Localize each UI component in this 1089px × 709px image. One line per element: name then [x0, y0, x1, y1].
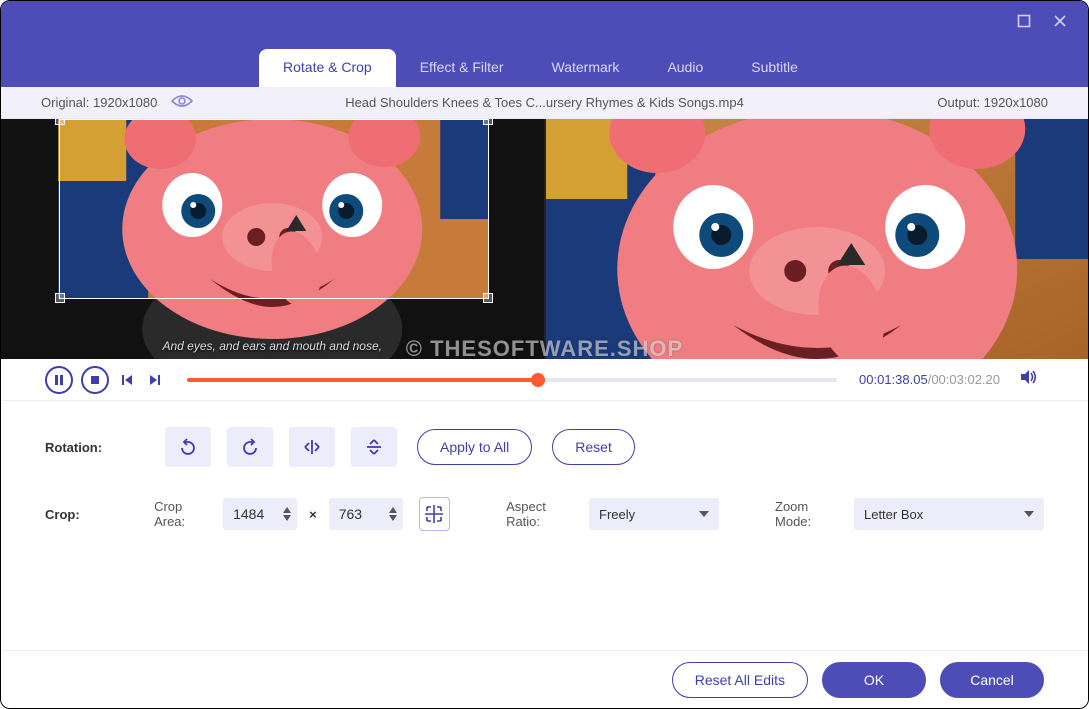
aspect-ratio-value: Freely — [599, 507, 635, 522]
tab-watermark[interactable]: Watermark — [528, 49, 644, 87]
ok-button[interactable]: OK — [822, 662, 926, 698]
tab-audio[interactable]: Audio — [643, 49, 727, 87]
info-bar: Original: 1920x1080 Head Shoulders Knees… — [1, 87, 1088, 119]
edit-panel: Rotation: Apply to All Reset Crop: Crop … — [1, 401, 1088, 587]
time-total: /00:03:02.20 — [928, 372, 1000, 387]
crop-height-stepper[interactable] — [329, 498, 403, 530]
tab-rotate-crop[interactable]: Rotate & Crop — [259, 49, 396, 87]
output-resolution-label: Output: 1920x1080 — [937, 95, 1048, 110]
cancel-button[interactable]: Cancel — [940, 662, 1044, 698]
seek-bar[interactable] — [187, 378, 837, 382]
chevron-down-icon — [1024, 511, 1034, 517]
filename-label: Head Shoulders Knees & Toes C...ursery R… — [345, 95, 744, 110]
crop-label: Crop: — [45, 507, 134, 522]
rotation-label: Rotation: — [45, 440, 145, 455]
crop-width-input[interactable] — [233, 506, 277, 522]
multiply-icon: × — [309, 507, 317, 522]
volume-icon[interactable] — [1018, 367, 1044, 393]
crop-width-down[interactable] — [281, 514, 293, 522]
editor-window: Rotate & Crop Effect & Filter Watermark … — [0, 0, 1089, 709]
preview-area: And eyes, and ears and mouth and nose, — [1, 119, 1088, 359]
aspect-ratio-label: Aspect Ratio: — [506, 499, 577, 529]
flip-vertical-button[interactable] — [351, 427, 397, 467]
crop-height-input[interactable] — [339, 506, 383, 522]
crop-height-down[interactable] — [387, 514, 399, 522]
rotate-left-button[interactable] — [165, 427, 211, 467]
crop-area-label: Crop Area: — [154, 499, 211, 529]
subtitle-text: And eyes, and ears and mouth and nose, — [163, 339, 383, 353]
maximize-icon[interactable] — [1006, 3, 1042, 39]
stop-button[interactable] — [81, 366, 109, 394]
center-crop-button[interactable] — [419, 497, 450, 531]
zoom-mode-value: Letter Box — [864, 507, 923, 522]
rotate-right-button[interactable] — [227, 427, 273, 467]
next-frame-button[interactable] — [145, 366, 165, 394]
preview-original-pane[interactable]: And eyes, and ears and mouth and nose, — [1, 119, 546, 359]
footer: Reset All Edits OK Cancel — [1, 650, 1088, 708]
flip-horizontal-button[interactable] — [289, 427, 335, 467]
tabbar: Rotate & Crop Effect & Filter Watermark … — [1, 41, 1088, 87]
titlebar — [1, 1, 1088, 41]
crop-height-up[interactable] — [387, 506, 399, 514]
crop-width-stepper[interactable] — [223, 498, 297, 530]
zoom-mode-select[interactable]: Letter Box — [854, 498, 1044, 530]
time-current: 00:01:38.05 — [859, 372, 928, 387]
original-resolution-label: Original: 1920x1080 — [41, 95, 157, 110]
zoom-mode-label: Zoom Mode: — [775, 499, 842, 529]
crop-frame[interactable] — [59, 119, 489, 299]
apply-to-all-button[interactable]: Apply to All — [417, 429, 532, 465]
timecode: 00:01:38.05/00:03:02.20 — [859, 372, 1000, 387]
preview-eye-icon[interactable] — [171, 94, 193, 111]
aspect-ratio-select[interactable]: Freely — [589, 498, 719, 530]
tab-subtitle[interactable]: Subtitle — [727, 49, 822, 87]
chevron-down-icon — [699, 511, 709, 517]
tab-effect-filter[interactable]: Effect & Filter — [396, 49, 528, 87]
preview-output-pane — [546, 119, 1089, 359]
reset-all-edits-button[interactable]: Reset All Edits — [672, 662, 808, 698]
playback-controls: 00:01:38.05/00:03:02.20 — [1, 359, 1088, 401]
crop-width-up[interactable] — [281, 506, 293, 514]
reset-rotation-button[interactable]: Reset — [552, 429, 635, 465]
pause-button[interactable] — [45, 366, 73, 394]
prev-frame-button[interactable] — [117, 366, 137, 394]
close-icon[interactable] — [1042, 3, 1078, 39]
